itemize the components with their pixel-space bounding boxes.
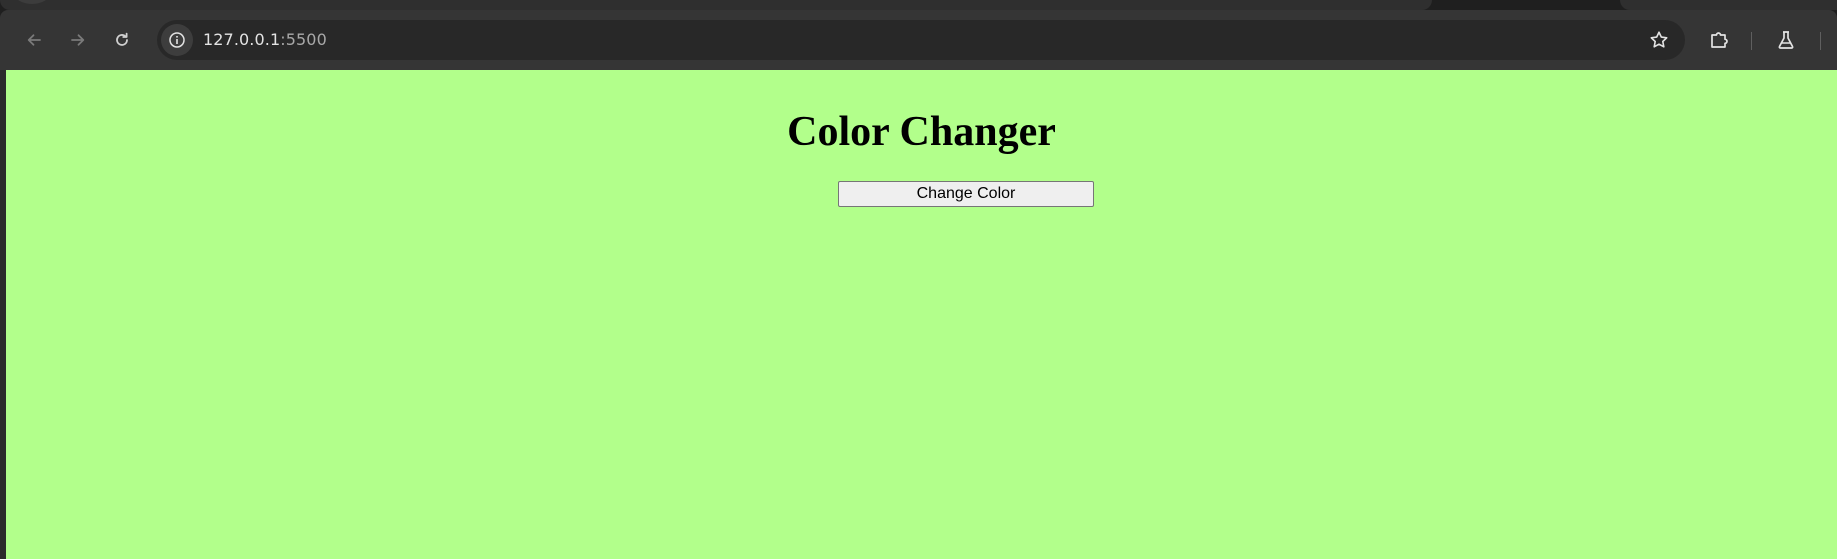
address-bar[interactable]: 127.0.0.1:5500 (157, 20, 1685, 60)
url-text[interactable]: 127.0.0.1:5500 (203, 20, 327, 60)
toolbar-divider (1751, 32, 1752, 50)
change-color-button[interactable]: Change Color (838, 181, 1094, 207)
url-port: :5500 (280, 30, 327, 49)
star-icon[interactable] (1647, 28, 1671, 52)
back-arrow-icon[interactable] (20, 26, 48, 54)
puzzle-icon[interactable] (1707, 28, 1731, 52)
info-icon[interactable] (161, 24, 193, 56)
inactive-tab[interactable] (1620, 0, 1837, 10)
flask-icon[interactable] (1774, 28, 1798, 52)
reload-icon[interactable] (108, 26, 136, 54)
browser-toolbar: 127.0.0.1:5500 (0, 10, 1837, 70)
active-tab[interactable] (0, 0, 1432, 10)
tab-favicon (14, 0, 50, 4)
page-title: Color Changer (787, 109, 1056, 155)
url-host: 127.0.0.1 (203, 30, 281, 49)
toolbar-divider (1820, 32, 1821, 50)
forward-arrow-icon[interactable] (64, 26, 92, 54)
page-viewport: Color Changer Change Color (6, 70, 1837, 559)
browser-window: 127.0.0.1:5500 Color Changer Change Colo… (0, 0, 1837, 559)
